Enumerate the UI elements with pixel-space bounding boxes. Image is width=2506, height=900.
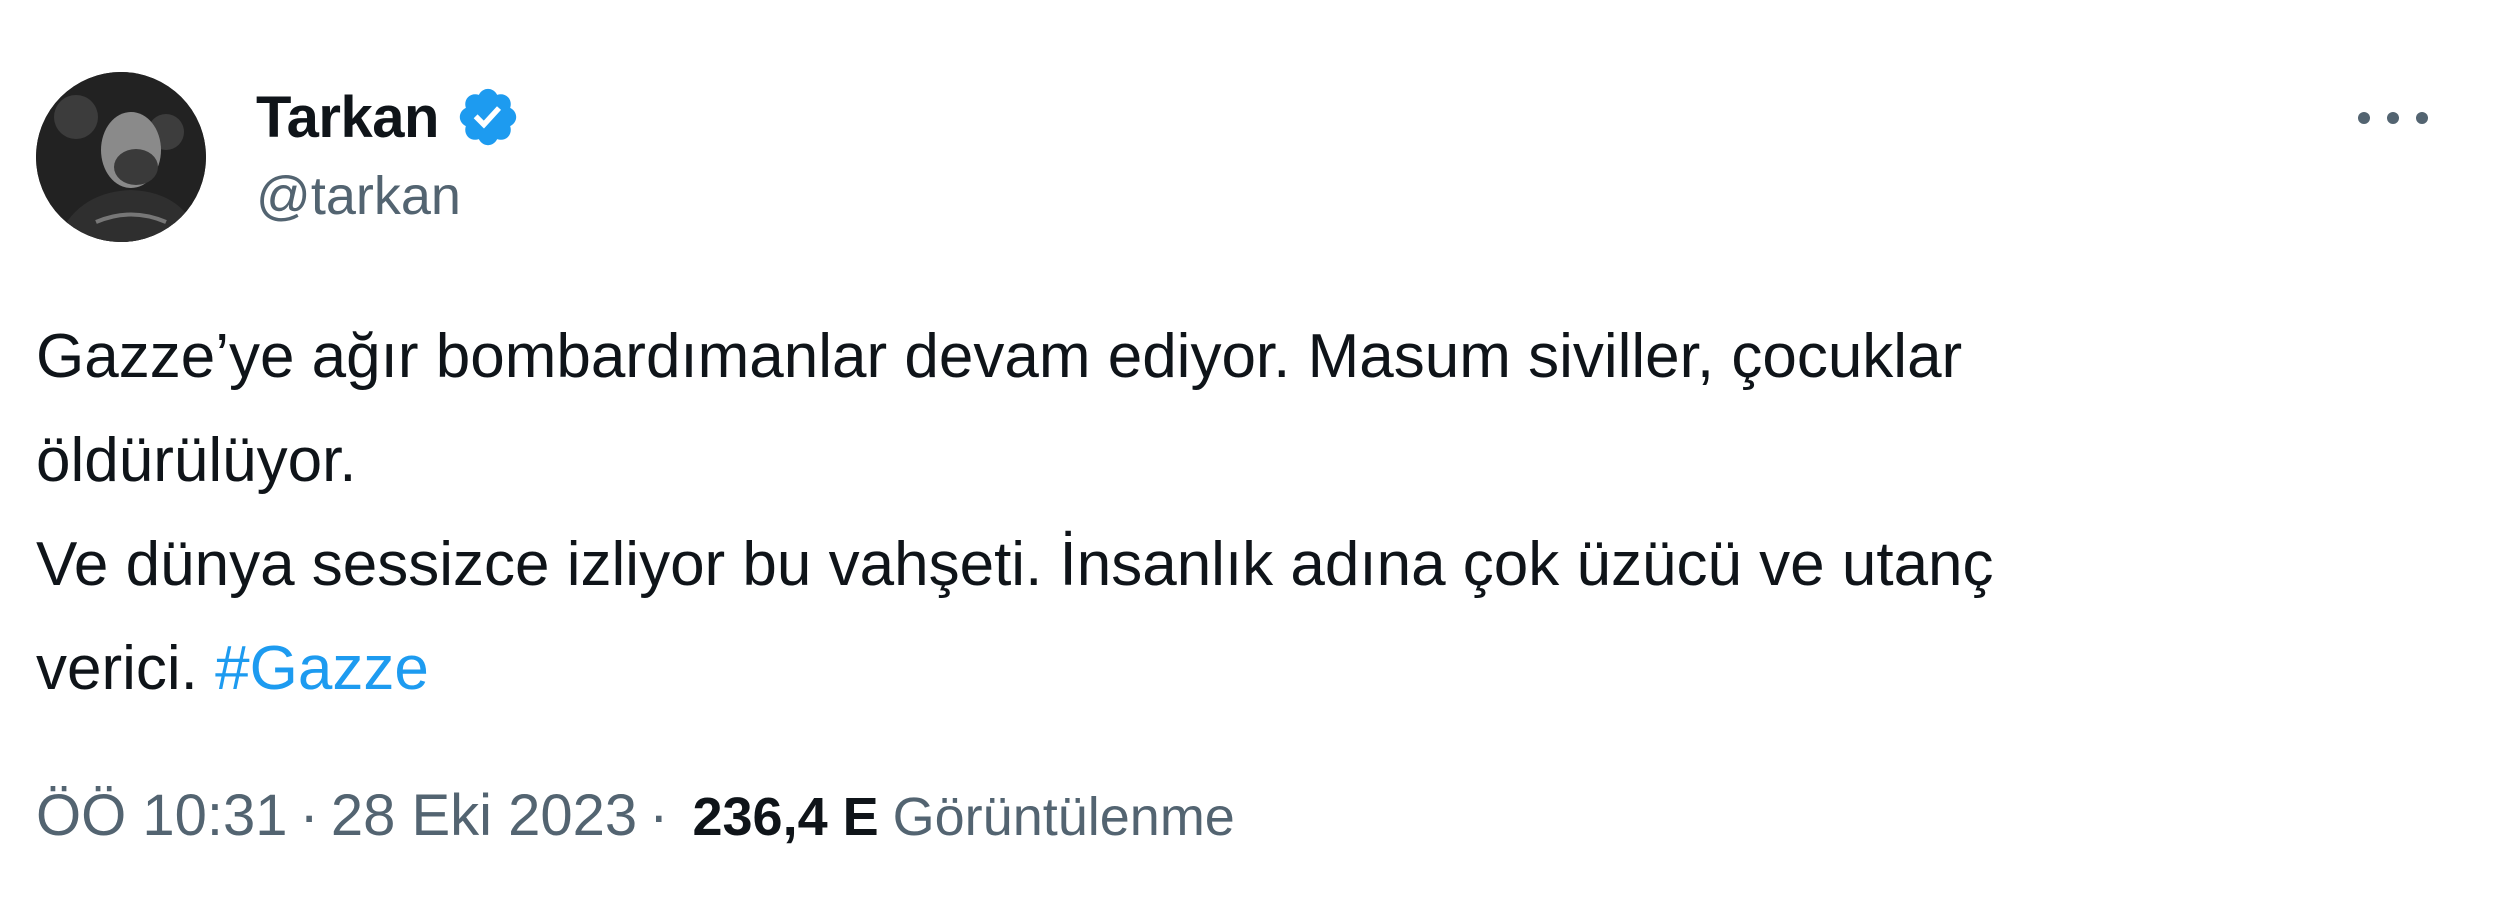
tweet-text: Gazze’ye ağır bombardımanlar devam ediyo… (36, 305, 2436, 721)
views-label: Görüntülenme (892, 787, 1235, 847)
author-row: Tarkan (256, 82, 521, 152)
avatar[interactable] (36, 72, 206, 242)
views-count[interactable]: 236,4 E (692, 786, 878, 848)
tweet-time-link[interactable]: ÖÖ 10:31 (36, 782, 287, 849)
tweet-card: Tarkan @tarkan Gazze’ye ağır bombardıman… (0, 0, 2506, 900)
tweet-text-fragment: verici. (36, 634, 216, 703)
tweet-text-line: Ve dünya sessizce izliyor bu vahşeti. İn… (36, 530, 1994, 599)
author-handle[interactable]: @tarkan (256, 165, 461, 227)
meta-separator: · (299, 783, 319, 848)
tweet-text-line: Gazze’ye ağır bombardımanlar devam ediyo… (36, 322, 1963, 391)
more-horizontal-icon (2387, 112, 2399, 124)
profile-photo-icon (36, 72, 206, 242)
verified-badge-icon[interactable] (455, 84, 521, 150)
more-horizontal-icon (2358, 112, 2370, 124)
meta-separator: · (649, 783, 669, 848)
hashtag-link[interactable]: #Gazze (215, 634, 429, 703)
author-display-name[interactable]: Tarkan (256, 84, 439, 151)
tweet-date-link[interactable]: 28 Eki 2023 (331, 782, 637, 849)
tweet-text-line: verici. #Gazze (36, 617, 2436, 721)
tweet-metadata: ÖÖ 10:31 · 28 Eki 2023 · 236,4 E Görüntü… (36, 782, 1235, 862)
tweet-text-line: öldürülüyor. (36, 426, 357, 495)
more-horizontal-icon (2416, 112, 2428, 124)
more-options-button[interactable] (2358, 95, 2428, 141)
